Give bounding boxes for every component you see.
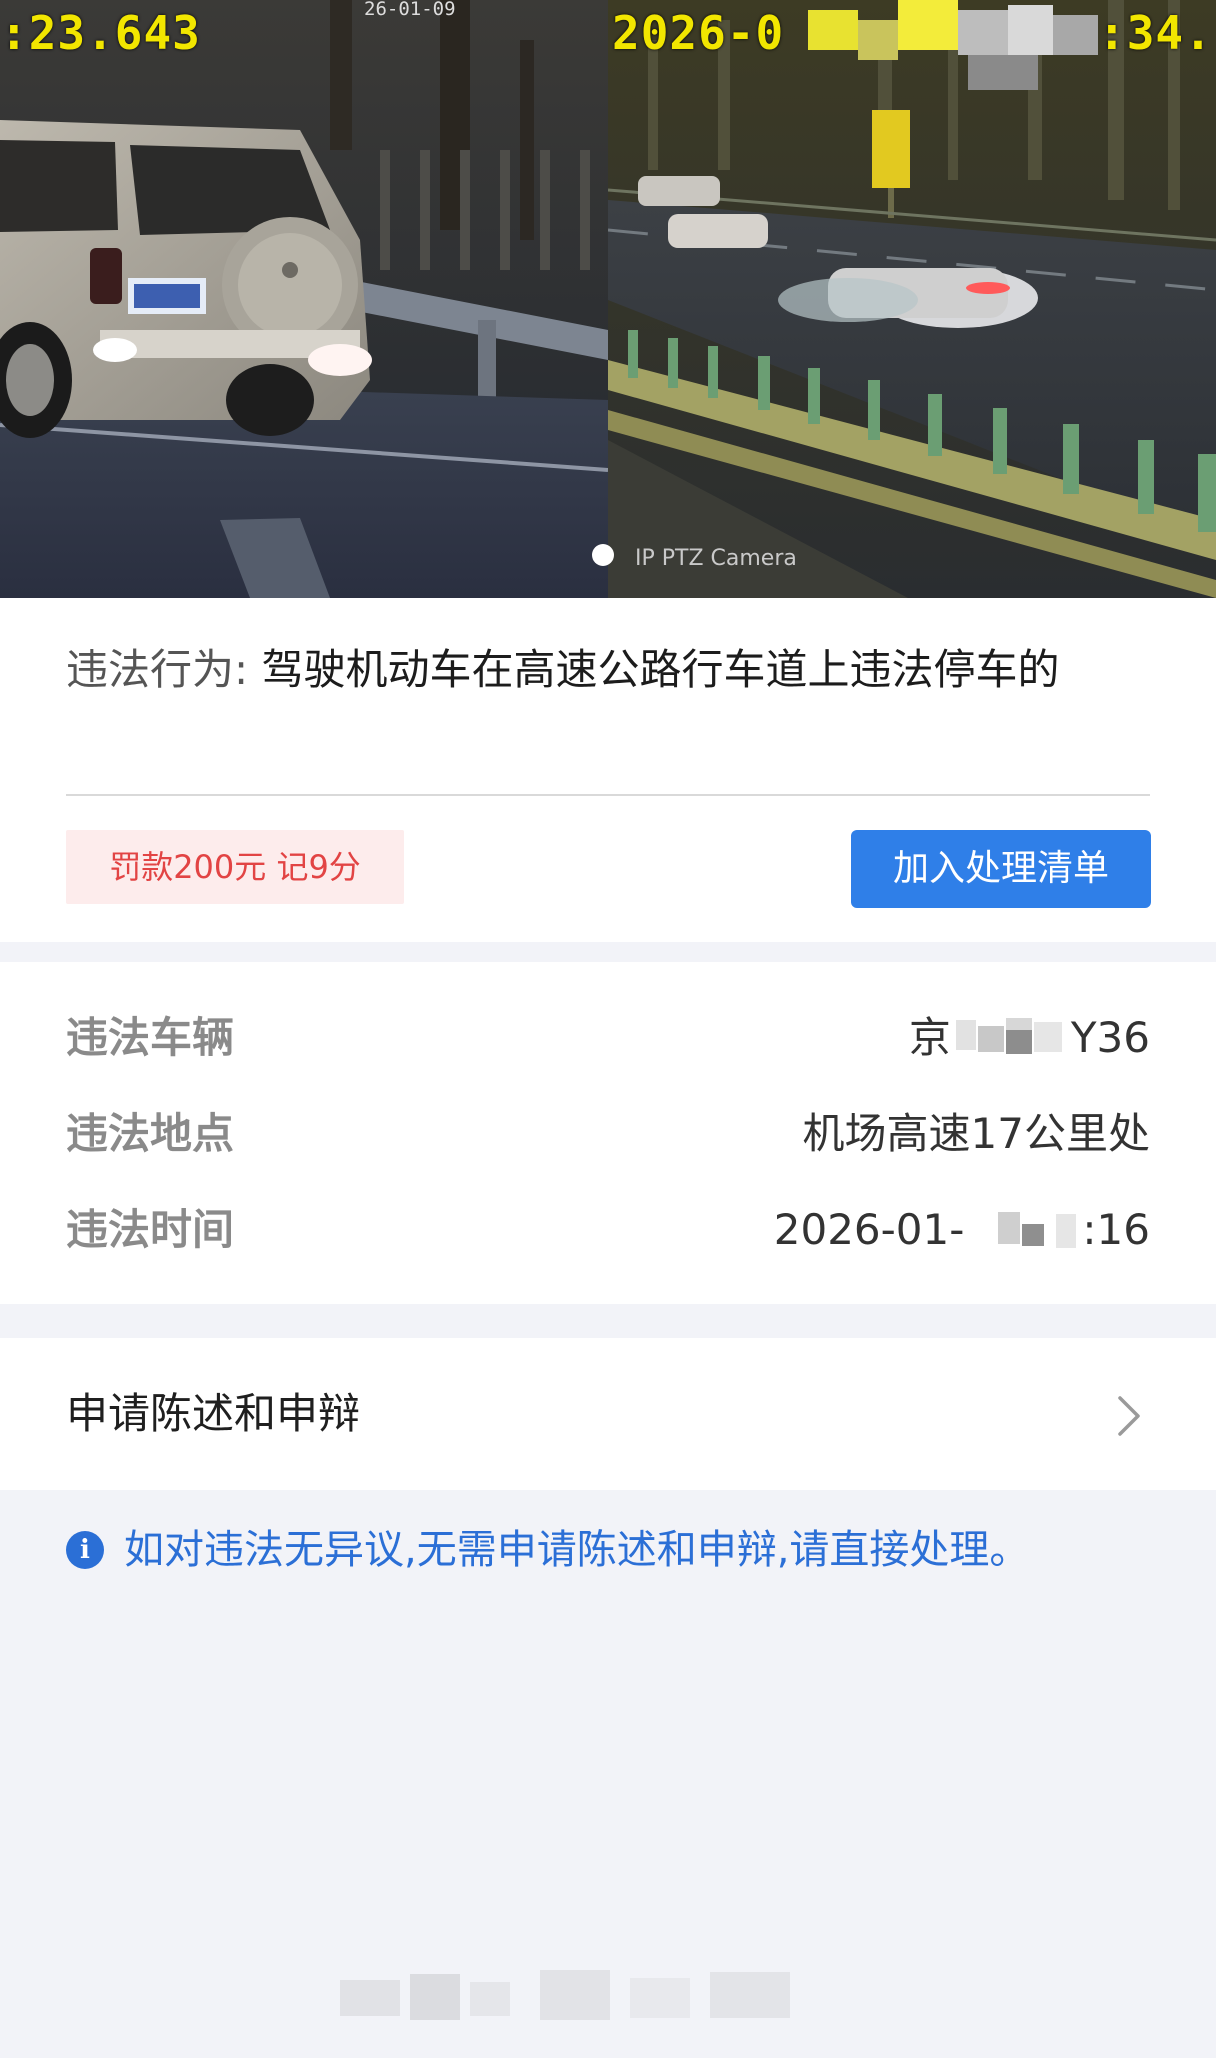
info-icon: i [66, 1531, 104, 1569]
time-label: 违法时间 [66, 1205, 235, 1254]
time-value: 2026-01- :16 [774, 1200, 1150, 1260]
left-photo-small-timestamp: 26-01-09 [364, 0, 456, 20]
notice: i 如对违法无异议,无需申请陈述和申辩,请直接处理。 [66, 1520, 1166, 1580]
violation-photo-left: :23.643 26-01-09 [0, 0, 608, 598]
location-row: 违法地点 机场高速17公里处 [66, 1104, 1150, 1164]
left-photo-timestamp: :23.643 [0, 6, 201, 60]
violation-photo-right: 2026-0 :34. [608, 0, 1216, 598]
vehicle-value-end: Y36 [1070, 1013, 1150, 1062]
vehicle-label: 违法车辆 [66, 1013, 235, 1062]
time-privacy-blur [978, 1208, 1088, 1252]
chevron-right-icon [1118, 1396, 1140, 1436]
vehicle-row: 违法车辆 京 Y36 [66, 1008, 1150, 1068]
notice-text: 如对违法无异议,无需申请陈述和申辩,请直接处理。 [124, 1527, 1030, 1573]
appeal-entry[interactable]: 申请陈述和申辩 [0, 1338, 1216, 1490]
violation-behavior-label: 违法行为: [66, 645, 249, 694]
appeal-label: 申请陈述和申辩 [66, 1389, 361, 1438]
violation-details-card: 违法车辆 京 Y36 违法地点 机场高速17公里处 违法时间 2026-01- :1… [0, 962, 1216, 1304]
right-photo-timestamp-start: 2026-0 [612, 6, 785, 60]
blurred-watermark [340, 1970, 790, 2020]
penalty-badge: 罚款200元 记9分 [66, 830, 404, 904]
violation-behavior: 违法行为: 驾驶机动车在高速公路行车道上违法停车的 [66, 642, 1146, 698]
time-row: 违法时间 2026-01- :16 [66, 1200, 1150, 1260]
location-label: 违法地点 [66, 1109, 235, 1158]
privacy-mosaic [808, 0, 1098, 100]
time-value-end: :16 [1082, 1205, 1150, 1254]
add-to-list-button[interactable]: 加入处理清单 [851, 830, 1151, 908]
camera-label: IP PTZ Camera [635, 546, 797, 571]
violation-behavior-text: 驾驶机动车在高速公路行车道上违法停车的 [261, 645, 1060, 694]
vehicle-value-start: 京 [908, 1013, 951, 1062]
plate-privacy-blur [956, 1016, 1076, 1060]
violation-card: 违法行为: 驾驶机动车在高速公路行车道上违法停车的 罚款200元 记9分 加入处… [0, 598, 1216, 942]
suv-night-photo [0, 0, 608, 598]
right-photo-timestamp-end: :34. [1098, 6, 1213, 60]
carousel-page-indicator[interactable] [592, 544, 614, 566]
time-value-start: 2026-01- [773, 1205, 965, 1254]
location-value: 机场高速17公里处 [802, 1109, 1150, 1158]
divider [66, 794, 1150, 796]
violation-photo-carousel[interactable]: :23.643 26-01-09 2026-0:34. IP PTZ Came… [0, 0, 1216, 598]
